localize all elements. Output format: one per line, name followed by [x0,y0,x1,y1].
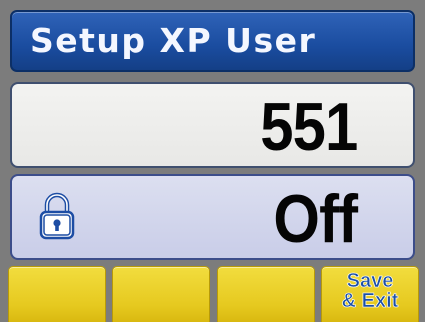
softkey-1[interactable] [8,266,106,322]
save-exit-button[interactable]: Save & Exit [321,266,419,322]
user-number-field[interactable]: 551 [10,82,415,168]
softkey-3[interactable] [217,266,315,322]
softkey-2[interactable] [112,266,210,322]
save-exit-label: Save & Exit [341,270,399,312]
lock-status-value: Off [273,181,358,257]
lock-status-field[interactable]: Off [10,174,415,260]
title-bar: Setup XP User [10,10,415,72]
padlock-icon [39,192,75,240]
softkey-bar: Save & Exit [8,266,419,322]
page-title: Setup XP User [30,21,317,60]
user-number-value: 551 [259,89,358,165]
device-screen: Setup XP User 551 Off Save & Exit [0,0,425,322]
